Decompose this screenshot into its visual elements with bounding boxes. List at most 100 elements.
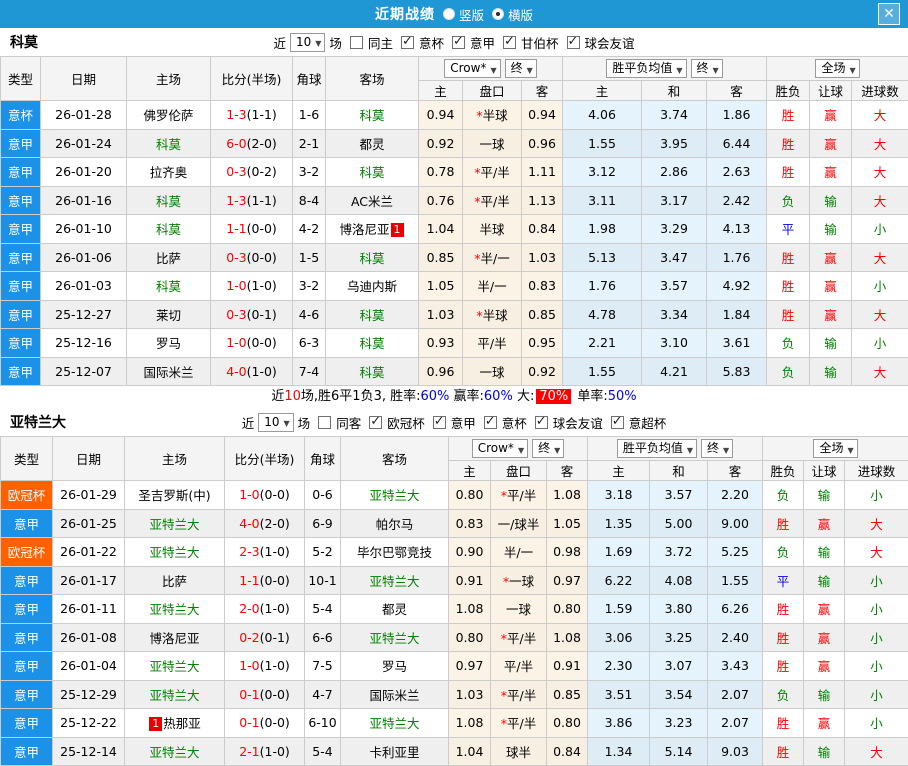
avg-draw-odds: 5.00	[650, 509, 708, 538]
layout-radio-vertical[interactable]: 竖版	[443, 5, 484, 24]
league-checkbox[interactable]	[369, 416, 382, 429]
league-checkbox[interactable]	[611, 416, 624, 429]
score-cell: 1-0(1-0)	[211, 272, 293, 301]
col-header-score: 比分(半场)	[211, 57, 293, 101]
league-checkbox[interactable]	[535, 416, 548, 429]
result-badge: 胜	[767, 272, 810, 301]
score: 2-0	[239, 601, 259, 616]
col-header-home: 主场	[125, 437, 225, 481]
col-header-away: 客场	[341, 437, 449, 481]
same-venue-checkbox[interactable]	[350, 36, 363, 49]
corner-score: 6-3	[293, 329, 326, 358]
odds-source-select[interactable]: Crow*	[472, 439, 528, 458]
score: 4-0	[239, 516, 259, 531]
home-team: 亚特兰大	[149, 745, 199, 760]
result-badge: 胜	[763, 737, 804, 766]
home-team-cell: 科莫	[127, 186, 211, 215]
avg-draw-odds: 5.14	[650, 737, 708, 766]
league-checkbox[interactable]	[401, 36, 414, 49]
result-badge: 负	[767, 186, 810, 215]
odds-time-select[interactable]: 终	[532, 439, 564, 458]
avg-away-odds: 9.03	[708, 737, 763, 766]
goals-result: 大	[852, 158, 908, 187]
league-checkbox[interactable]	[503, 36, 516, 49]
odds-time-select[interactable]: 终	[505, 59, 537, 78]
odds-away: 1.11	[522, 158, 563, 187]
corner-score: 8-4	[293, 186, 326, 215]
avg-time-select-value: 终	[707, 440, 719, 457]
home-team: 罗马	[156, 336, 181, 351]
avg-away-odds: 3.43	[708, 652, 763, 681]
away-team: 亚特兰大	[369, 488, 419, 503]
league-label: 意甲	[450, 413, 477, 432]
scope-select[interactable]: 全场	[815, 59, 859, 78]
same-venue-checkbox[interactable]	[318, 416, 331, 429]
col-subheader-0: 主	[449, 461, 491, 481]
avg-draw-odds: 3.57	[642, 272, 707, 301]
col-header-corner: 角球	[293, 57, 326, 101]
table-row: 意甲26-01-11亚特兰大2-0(1-0)5-4都灵1.08一球0.801.5…	[1, 595, 908, 624]
col-subheader-5: 客	[708, 461, 763, 481]
avg-home-odds: 4.06	[563, 101, 642, 130]
scope-select[interactable]: 全场	[813, 439, 857, 458]
odds-away: 0.91	[547, 652, 588, 681]
match-count-select[interactable]: 10	[290, 33, 325, 52]
home-team: 科莫	[156, 194, 181, 209]
avg-home-odds: 1.55	[563, 129, 642, 158]
avg-time-select-value: 终	[697, 60, 709, 77]
corner-score: 6-9	[305, 509, 341, 538]
col-header-date: 日期	[41, 57, 127, 101]
league-checkbox[interactable]	[433, 416, 446, 429]
home-team-cell: 科莫	[127, 272, 211, 301]
handicap-cell: *半球	[463, 300, 522, 329]
layout-radio-horizontal[interactable]: 横版	[492, 5, 533, 24]
odds-away: 0.80	[547, 595, 588, 624]
matches-label: 场	[297, 413, 312, 432]
result-badge: 负	[763, 680, 804, 709]
goals-result: 小	[852, 272, 908, 301]
odds-source-select[interactable]: Crow*	[444, 59, 500, 78]
avg-select[interactable]: 胜平负均值	[606, 59, 686, 78]
league-checkbox[interactable]	[484, 416, 497, 429]
table-row: 意甲26-01-16科莫1-3(1-1)8-4AC米兰0.76*平/半1.133…	[1, 186, 908, 215]
away-team-cell: 罗马	[341, 652, 449, 681]
match-count-select[interactable]: 10	[258, 413, 293, 432]
away-team: 博洛尼亚	[339, 222, 389, 237]
chevron-down-icon	[849, 62, 855, 76]
header-row-top: 类型日期主场比分(半场)角球客场Crow*终胜平负均值终全场	[1, 57, 908, 81]
score-cell: 4-0(1-0)	[211, 357, 293, 386]
col-header-type: 类型	[1, 57, 41, 101]
avg-draw-odds: 3.25	[650, 623, 708, 652]
score: 1-0	[239, 658, 259, 673]
result-badge: 胜	[763, 509, 804, 538]
summary-line: 近10场,胜6平1负3, 胜率:60% 赢率:60% 大:70% 单率:50%	[0, 386, 908, 408]
avg-draw-odds: 3.10	[642, 329, 707, 358]
score: 0-3	[226, 164, 246, 179]
match-date: 26-01-25	[53, 509, 125, 538]
table-row: 欧冠杯26-01-22亚特兰大2-3(1-0)5-2毕尔巴鄂竞技0.90半/一0…	[1, 538, 908, 567]
odds-home: 1.03	[449, 680, 491, 709]
close-button[interactable]: ✕	[878, 3, 900, 25]
league-checkbox[interactable]	[567, 36, 580, 49]
goals-result: 小	[845, 623, 908, 652]
league-checkbox[interactable]	[452, 36, 465, 49]
avg-draw-odds: 3.47	[642, 243, 707, 272]
avg-time-select[interactable]: 终	[701, 439, 733, 458]
half-score: (1-0)	[247, 278, 277, 293]
avg-draw-odds: 3.54	[650, 680, 708, 709]
avg-time-select[interactable]: 终	[691, 59, 723, 78]
goals-result: 大	[852, 243, 908, 272]
home-team: 拉齐奥	[150, 165, 188, 180]
avg-home-odds: 1.34	[588, 737, 650, 766]
col-subheader-6: 胜负	[763, 461, 804, 481]
handicap-cell: 一球	[463, 129, 522, 158]
table-row: 意甲26-01-08博洛尼亚0-2(0-1)6-6亚特兰大0.80*平/半1.0…	[1, 623, 908, 652]
odds-home: 0.90	[449, 538, 491, 567]
away-team: 帕尔马	[376, 517, 414, 532]
col-subheader-8: 进球数	[852, 81, 908, 101]
avg-select[interactable]: 胜平负均值	[617, 439, 697, 458]
odds-away: 1.08	[547, 481, 588, 510]
home-team: 科莫	[156, 137, 181, 152]
avg-home-odds: 3.12	[563, 158, 642, 187]
radio-icon	[492, 8, 504, 20]
